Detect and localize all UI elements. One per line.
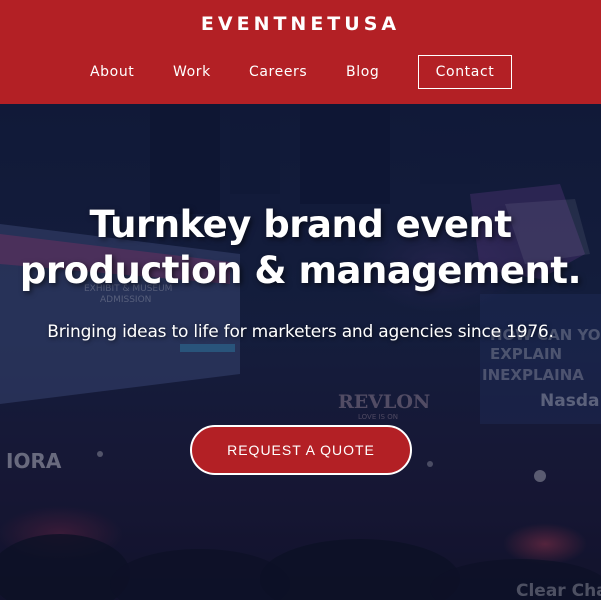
nav-link-blog[interactable]: Blog (346, 62, 379, 82)
hero-headline-line-1: Turnkey brand event (89, 203, 512, 246)
hero-section: IORA REVLON LOVE IS ON Nasda Clear Cha E… (0, 104, 601, 600)
request-quote-button[interactable]: REQUEST A QUOTE (190, 425, 412, 475)
hero-background-image: IORA REVLON LOVE IS ON Nasda Clear Cha E… (0, 104, 601, 600)
nav-contact-button[interactable]: Contact (418, 55, 512, 89)
nav-link-work[interactable]: Work (173, 62, 211, 82)
hero-headline-line-2: production & management. (19, 249, 582, 292)
site-header: EVENTNETUSA About Work Careers Blog Cont… (0, 0, 601, 104)
brand-logo[interactable]: EVENTNETUSA (0, 12, 601, 36)
hero-subheadline: Bringing ideas to life for marketers and… (47, 322, 554, 342)
hero-headline: Turnkey brand event production & managem… (0, 202, 601, 294)
nav-link-about[interactable]: About (90, 62, 134, 82)
nav-link-careers[interactable]: Careers (249, 62, 307, 82)
